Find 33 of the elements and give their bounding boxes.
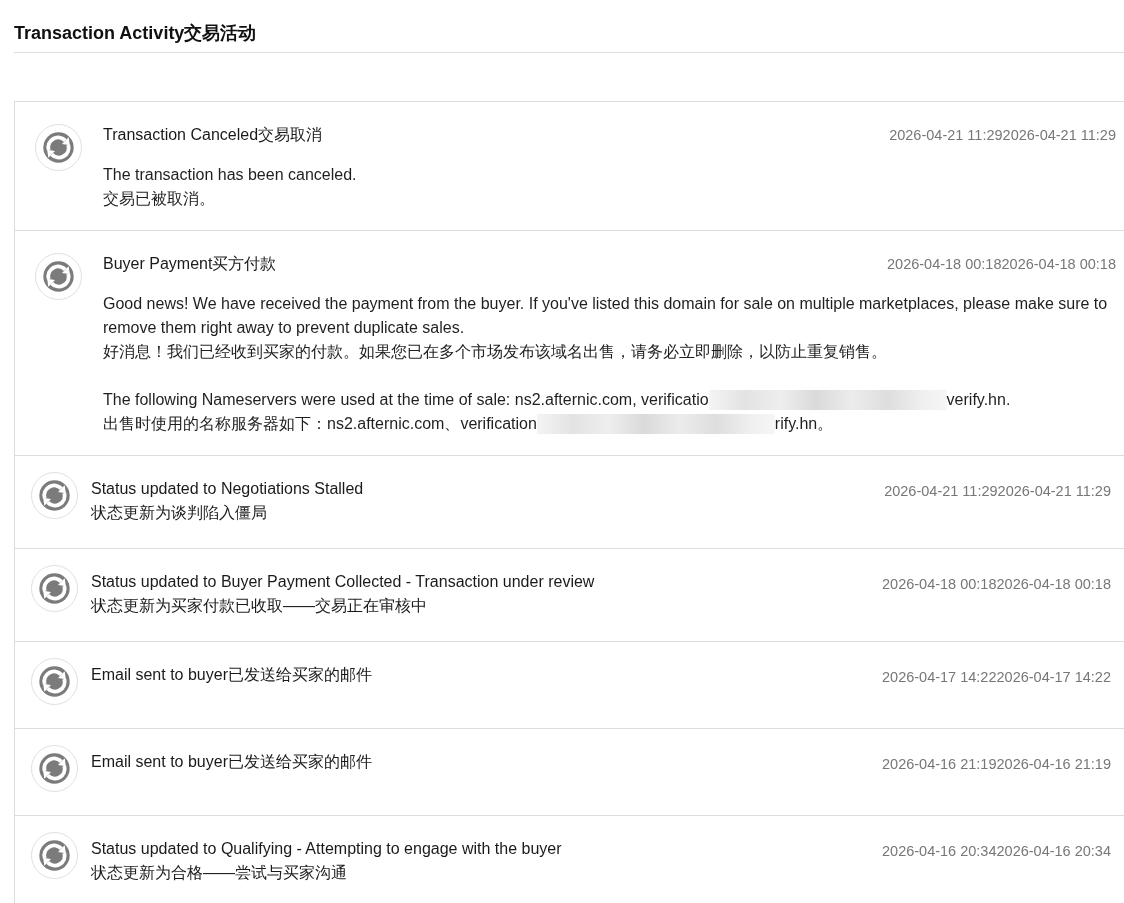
body-text: 交易已被取消。	[103, 190, 215, 207]
body-text: verify.hn.	[946, 391, 1011, 408]
circular-arrows-icon	[31, 832, 78, 879]
activity-subtitle: 状态更新为谈判陷入僵局	[91, 503, 267, 523]
circular-arrows-icon	[31, 745, 78, 792]
activity-title: Transaction Canceled交易取消	[103, 125, 323, 145]
activity-title: Status updated to Qualifying - Attempting to engage with the buyer	[91, 839, 562, 859]
body-text: The transaction has been canceled.	[103, 166, 357, 183]
activity-subtitle: 状态更新为合格——尝试与买家沟通	[91, 863, 347, 883]
circular-arrows-icon	[31, 565, 78, 612]
timestamp: 2026-04-17 14:222026-04-17 14:22	[882, 668, 1111, 687]
timestamp: 2026-04-18 00:182026-04-18 00:18	[887, 255, 1116, 274]
circular-arrows-icon	[31, 658, 78, 705]
body-text: 出售时使用的名称服务器如下：ns2.afternic.com、verification	[103, 415, 537, 432]
timestamp: 2026-04-21 11:292026-04-21 11:29	[889, 126, 1116, 145]
circular-arrows-icon	[31, 472, 78, 519]
body-text: The following Nameservers were used at the time of sale: ns2.afternic.com, verificatio	[103, 391, 709, 408]
timestamp: 2026-04-21 11:292026-04-21 11:29	[884, 482, 1111, 501]
activity-subtitle: 状态更新为买家付款已收取——交易正在审核中	[91, 596, 427, 616]
timestamp: 2026-04-16 21:192026-04-16 21:19	[882, 755, 1111, 774]
activity-title: Buyer Payment买方付款	[103, 254, 277, 274]
timestamp: 2026-04-18 00:182026-04-18 00:18	[882, 575, 1111, 594]
body-text: rify.hn。	[774, 415, 834, 432]
activity-title: Email sent to buyer已发送给买家的邮件	[91, 752, 372, 772]
timestamp: 2026-04-16 20:342026-04-16 20:34	[882, 842, 1111, 861]
body-text: 好消息！我们已经收到买家的付款。如果您已在多个市场发布该域名出售，请务必立即删除，以防止重复销售。	[103, 343, 887, 360]
circular-arrows-icon	[35, 124, 82, 171]
circular-arrows-icon	[35, 253, 82, 300]
page-title: Transaction Activity交易活动	[14, 22, 257, 44]
activity-title: Status updated to Buyer Payment Collected - Transaction under review	[91, 572, 595, 592]
activity-title: Status updated to Negotiations Stalled	[91, 479, 364, 499]
activity-title: Email sent to buyer已发送给买家的邮件	[91, 665, 372, 685]
body-text: Good news! We have received the payment from the buyer. If you've listed this domain for sale on multiple marketplaces, please make sure to remove them right away to prevent duplicate sales.	[103, 295, 1108, 336]
